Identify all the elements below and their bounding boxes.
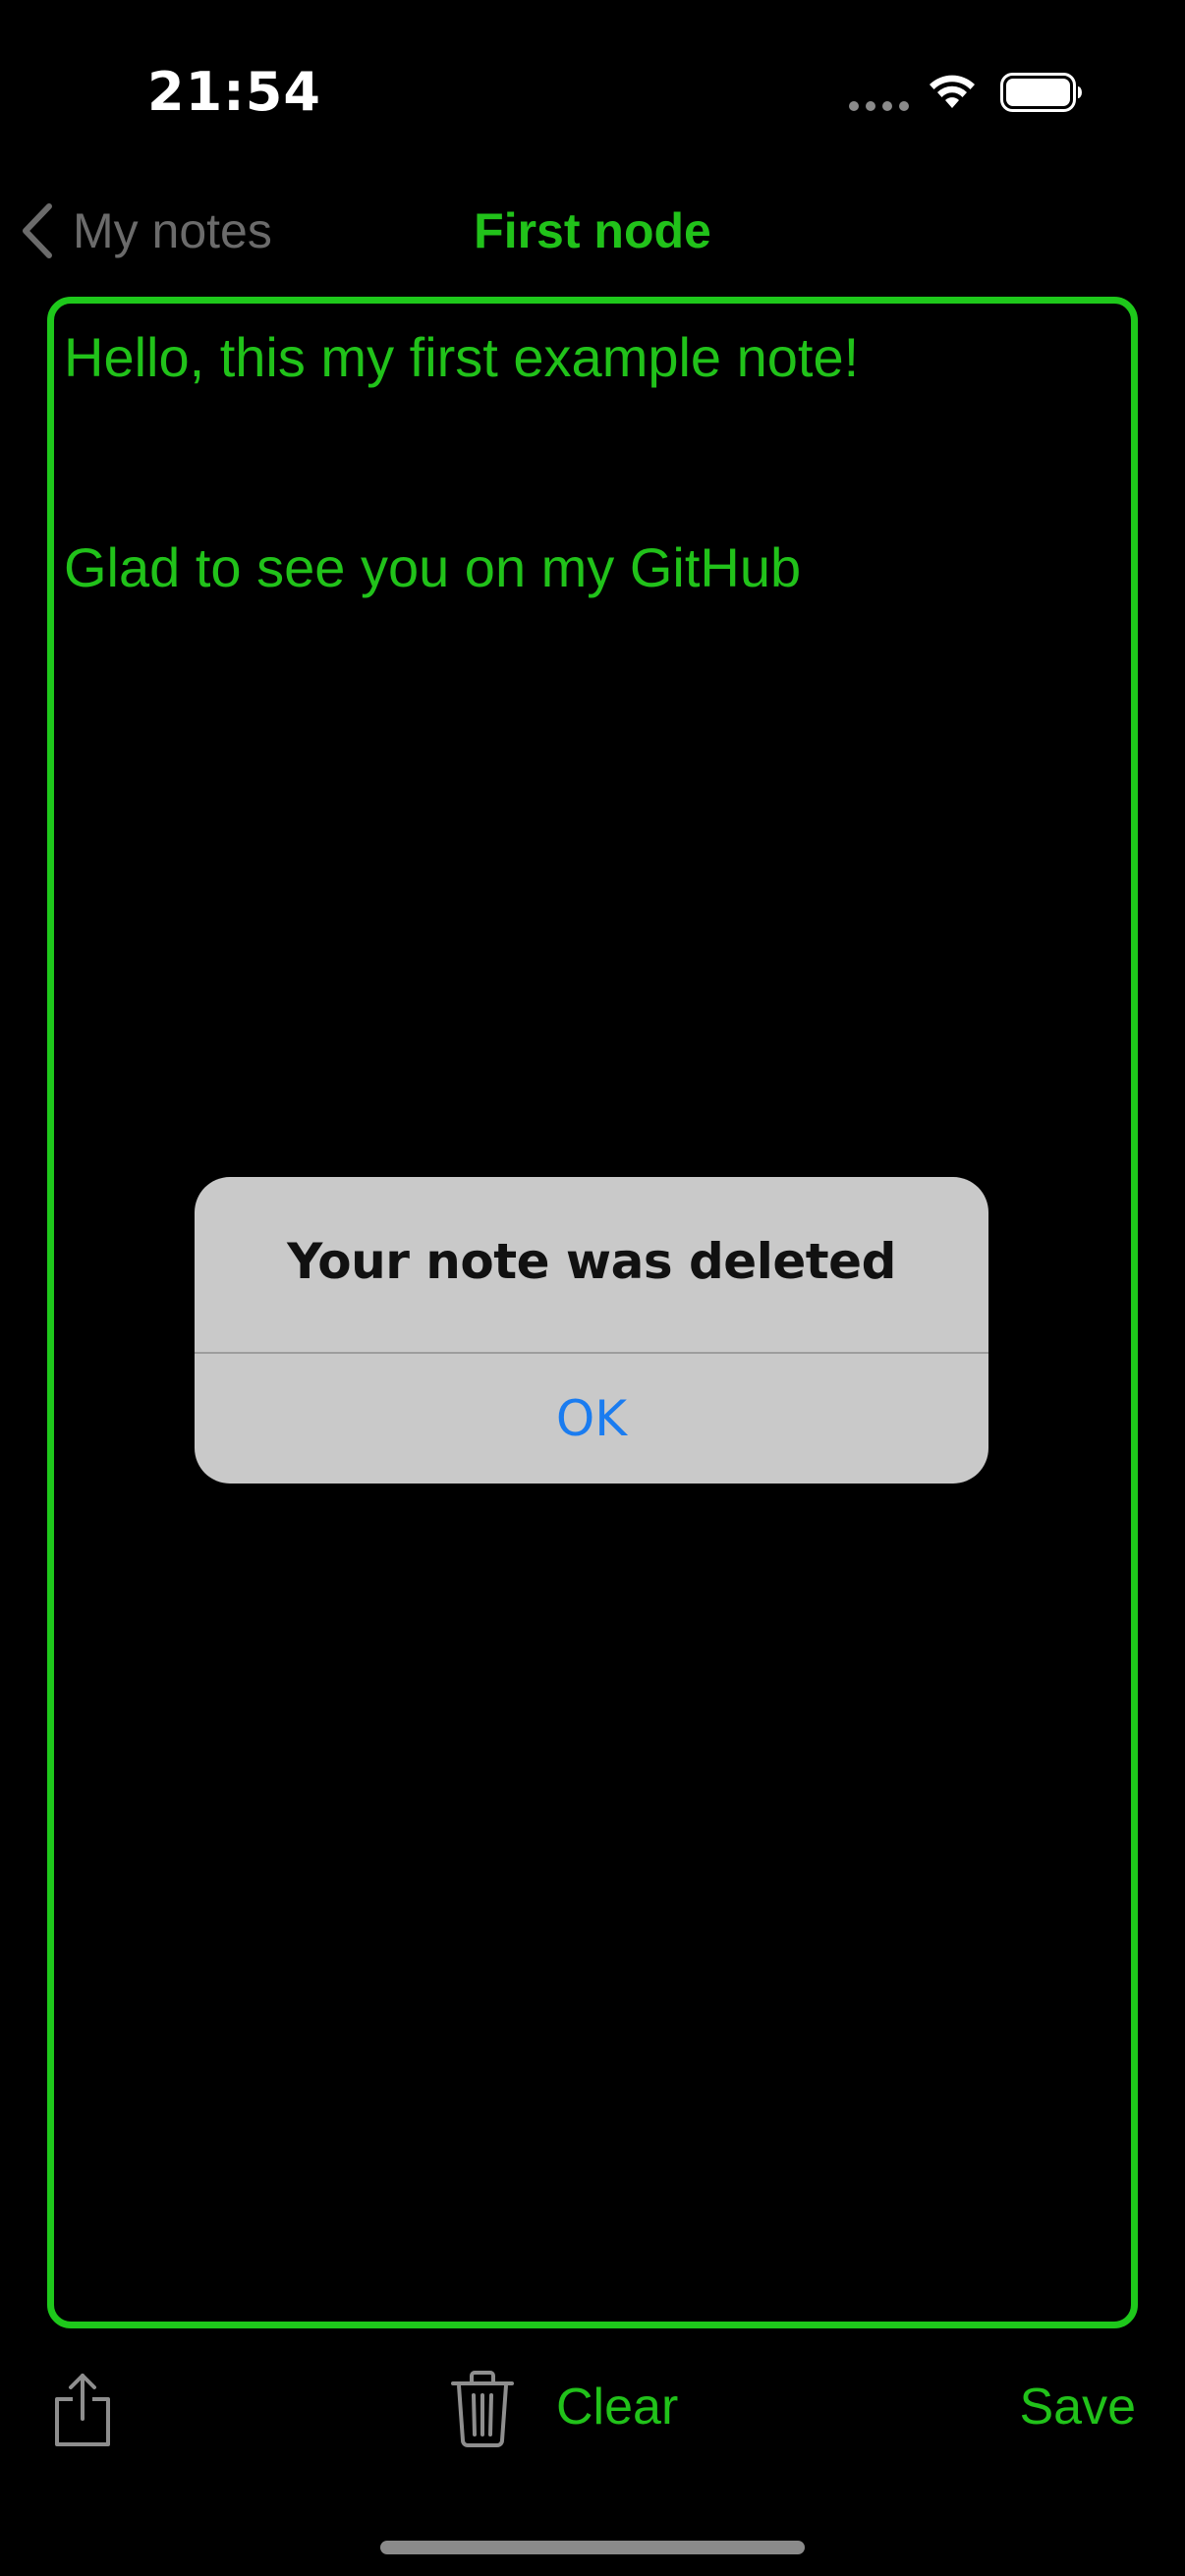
alert-title: Your note was deleted (287, 1233, 896, 1290)
home-indicator[interactable] (380, 2541, 805, 2554)
note-line: Hello, this my first example note! (64, 326, 860, 388)
clear-button[interactable]: Clear (556, 2378, 678, 2436)
alert-ok-button[interactable]: OK (195, 1354, 988, 1484)
trash-icon[interactable] (450, 2370, 515, 2448)
navigation-bar: My notes First node (0, 187, 1185, 295)
share-icon[interactable] (51, 2370, 114, 2448)
signal-icon (849, 101, 910, 111)
status-time: 21:54 (147, 61, 321, 123)
wifi-icon (930, 75, 975, 108)
battery-icon (1000, 73, 1082, 112)
status-bar: 21:54 (0, 0, 1185, 187)
alert-dialog: Your note was deleted OK (195, 1177, 988, 1484)
save-button[interactable]: Save (1019, 2378, 1136, 2436)
page-title: First node (474, 203, 711, 258)
bottom-toolbar: Clear Save (0, 2358, 1185, 2466)
note-line: Glad to see you on my GitHub (64, 536, 802, 598)
